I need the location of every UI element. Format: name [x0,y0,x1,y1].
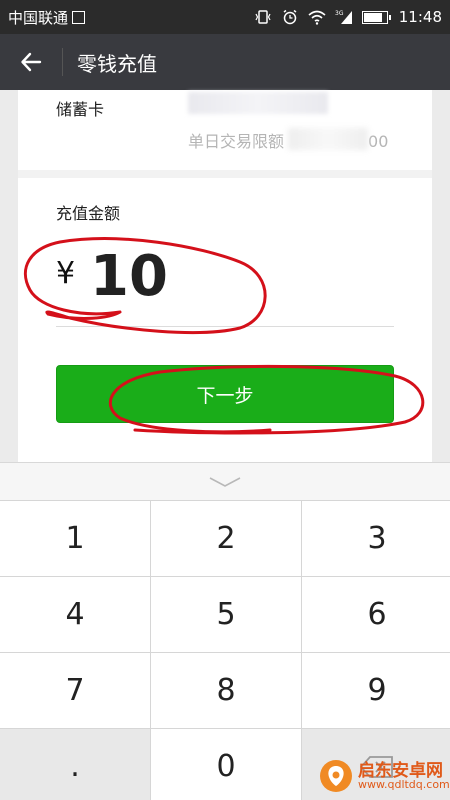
key-3[interactable]: 3 [302,501,450,576]
amount-input[interactable]: ¥ 10 [56,240,394,326]
network-type: 3G [335,10,344,17]
keypad-collapse-handle[interactable] [0,462,450,500]
chevron-down-icon [209,476,241,487]
amount-underline [56,326,394,327]
key-5[interactable]: 5 [151,577,301,652]
key-0[interactable]: 0 [151,729,301,800]
next-step-button[interactable]: 下一步 [56,365,394,423]
watermark-url: www.qdltdq.com [358,778,450,791]
clock: 11:48 [398,8,442,26]
section-separator [18,170,432,178]
status-bar: 中国联通 3G 11:48 [0,0,450,34]
bank-card-name: 储蓄卡 [56,100,105,119]
title-bar: 零钱充值 [0,34,450,90]
recharge-card: 储蓄卡 单日交易限额 00 充值金额 ¥ 10 下一步 [18,90,432,462]
alarm-icon [281,9,299,25]
carrier-name: 中国联通 [8,8,69,27]
amount-label: 充值金额 [56,204,121,223]
signal-icon: 3G [335,9,353,25]
site-watermark: 启东安卓网 www.qdltdq.com [318,752,450,800]
daily-limit-text: 单日交易限额 [188,132,285,151]
key-2[interactable]: 2 [151,501,301,576]
sim-icon [72,10,86,24]
key-decimal[interactable]: . [0,729,150,800]
status-icons: 3G 11:48 [254,8,442,26]
battery-fill [363,12,383,22]
watermark-logo-icon [320,760,352,792]
vibrate-icon [254,9,272,25]
key-9[interactable]: 9 [302,653,450,728]
battery-icon [361,10,391,24]
daily-limit-suffix: 00 [368,132,389,151]
page-title: 零钱充值 [77,51,157,76]
wifi-icon [308,9,326,25]
amount-value: 10 [90,244,168,309]
arrow-left-icon [21,52,42,72]
title-divider [62,48,63,76]
bank-card-row[interactable]: 储蓄卡 单日交易限额 00 [18,90,432,170]
key-8[interactable]: 8 [151,653,301,728]
currency-symbol: ¥ [56,256,76,291]
key-7[interactable]: 7 [0,653,150,728]
key-4[interactable]: 4 [0,577,150,652]
back-button[interactable] [0,34,62,90]
bank-number-blur [188,92,328,114]
key-6[interactable]: 6 [302,577,450,652]
daily-limit-blur [288,128,368,150]
key-1[interactable]: 1 [0,501,150,576]
